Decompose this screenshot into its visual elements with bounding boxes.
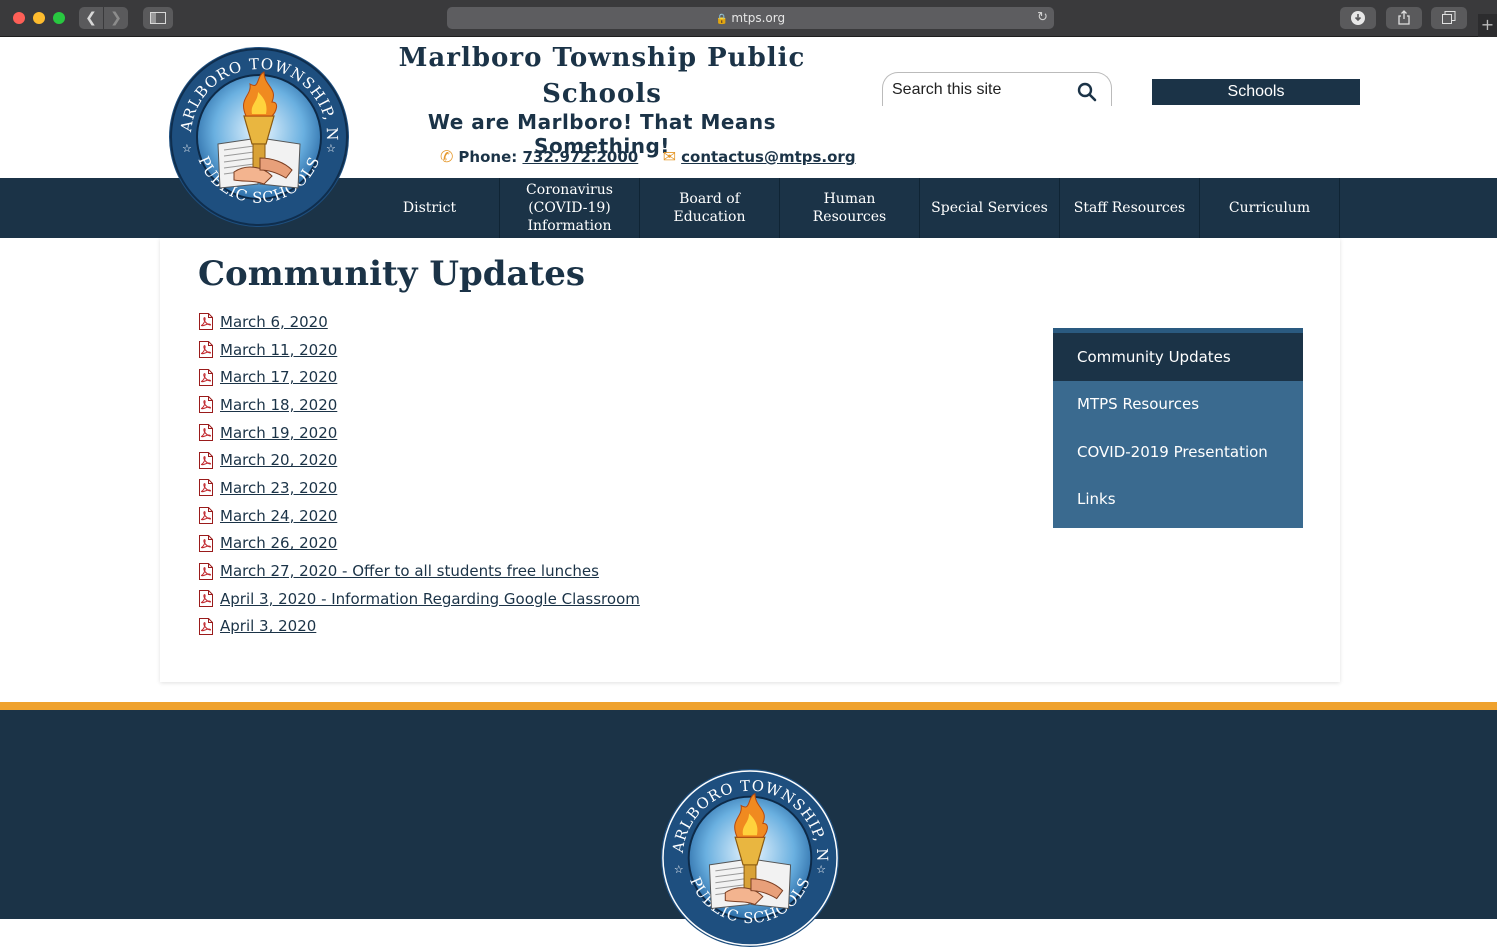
document-link[interactable]: March 20, 2020 bbox=[220, 451, 337, 469]
document-link[interactable]: March 17, 2020 bbox=[220, 368, 337, 386]
pdf-file-icon bbox=[198, 562, 214, 580]
pdf-file-icon bbox=[198, 368, 214, 386]
page-title: Community Updates bbox=[198, 254, 586, 294]
nav-item-board-of-education[interactable]: Board of Education bbox=[640, 178, 780, 238]
svg-text:☆: ☆ bbox=[326, 142, 336, 155]
nav-item-district[interactable]: District bbox=[360, 178, 500, 238]
list-item: March 6, 2020 bbox=[198, 308, 640, 336]
document-link[interactable]: March 18, 2020 bbox=[220, 396, 337, 414]
pdf-file-icon bbox=[198, 617, 214, 635]
document-link[interactable]: March 26, 2020 bbox=[220, 534, 337, 552]
document-link[interactable]: March 6, 2020 bbox=[220, 313, 328, 331]
pdf-file-icon bbox=[198, 424, 214, 442]
nav-item-human-resources[interactable]: Human Resources bbox=[780, 178, 920, 238]
svg-text:☆: ☆ bbox=[674, 863, 684, 876]
list-item: March 17, 2020 bbox=[198, 363, 640, 391]
downloads-button[interactable] bbox=[1340, 7, 1376, 29]
document-link[interactable]: March 24, 2020 bbox=[220, 507, 337, 525]
svg-text:☆: ☆ bbox=[816, 863, 826, 876]
document-link[interactable]: March 23, 2020 bbox=[220, 479, 337, 497]
contact-info: ✆ Phone: 732.972.2000 ✉ contactus@mtps.org bbox=[440, 147, 856, 171]
email-link[interactable]: contactus@mtps.org bbox=[681, 148, 855, 166]
lock-icon: 🔒 bbox=[715, 14, 729, 25]
chevron-right-icon: ❯ bbox=[110, 10, 122, 26]
search-icon[interactable] bbox=[1077, 82, 1097, 102]
download-icon bbox=[1351, 11, 1365, 25]
chevron-left-icon: ❮ bbox=[85, 10, 97, 26]
forward-button[interactable]: ❯ bbox=[104, 7, 128, 29]
document-link[interactable]: March 19, 2020 bbox=[220, 424, 337, 442]
document-link[interactable]: March 27, 2020 - Offer to all students f… bbox=[220, 562, 599, 580]
list-item: March 24, 2020 bbox=[198, 502, 640, 530]
share-button[interactable] bbox=[1386, 7, 1422, 29]
community-updates-list: March 6, 2020 March 11, 2020 March 17, 2… bbox=[198, 308, 640, 640]
svg-text:☆: ☆ bbox=[182, 142, 192, 155]
pdf-file-icon bbox=[198, 479, 214, 497]
reload-icon[interactable]: ↻ bbox=[1037, 7, 1048, 29]
document-link[interactable]: April 3, 2020 - Information Regarding Go… bbox=[220, 590, 640, 608]
phone-label: Phone: bbox=[458, 148, 518, 166]
side-menu-item-community-updates[interactable]: Community Updates bbox=[1053, 333, 1303, 381]
document-link[interactable]: March 11, 2020 bbox=[220, 341, 337, 359]
site-search bbox=[882, 72, 1112, 106]
side-menu-item-covid-presentation[interactable]: COVID-2019 Presentation bbox=[1053, 428, 1303, 476]
phone-link[interactable]: 732.972.2000 bbox=[522, 148, 638, 166]
address-bar[interactable]: 🔒 mtps.org ↻ bbox=[447, 7, 1054, 29]
torch-seal-icon: MARLBORO TOWNSHIP, NJ PUBLIC SCHOOLS ☆ ☆ bbox=[652, 755, 840, 948]
minimize-window-button[interactable] bbox=[33, 12, 45, 24]
schools-dropdown-button[interactable]: Schools bbox=[1152, 79, 1360, 105]
list-item: March 26, 2020 bbox=[198, 530, 640, 558]
phone-icon: ✆ bbox=[440, 147, 454, 166]
pdf-file-icon bbox=[198, 590, 214, 608]
footer-accent-stripe bbox=[0, 702, 1497, 710]
fullscreen-window-button[interactable] bbox=[53, 12, 65, 24]
list-item: March 23, 2020 bbox=[198, 474, 640, 502]
pdf-file-icon bbox=[198, 396, 214, 414]
list-item: March 19, 2020 bbox=[198, 419, 640, 447]
district-logo[interactable]: MARLBORO TOWNSHIP, NJ PUBLIC SCHOOLS ☆ ☆ bbox=[160, 32, 350, 228]
pdf-file-icon bbox=[198, 507, 214, 525]
list-item: March 27, 2020 - Offer to all students f… bbox=[198, 557, 640, 585]
nav-item-special-services[interactable]: Special Services bbox=[920, 178, 1060, 238]
section-side-menu: Community Updates MTPS Resources COVID-2… bbox=[1053, 328, 1303, 528]
close-window-button[interactable] bbox=[13, 12, 25, 24]
url-text: mtps.org bbox=[731, 11, 786, 25]
list-item: March 20, 2020 bbox=[198, 446, 640, 474]
tabs-icon bbox=[1442, 11, 1456, 24]
share-icon bbox=[1398, 10, 1410, 25]
pdf-file-icon bbox=[198, 341, 214, 359]
back-button[interactable]: ❮ bbox=[79, 7, 103, 29]
nav-item-coronavirus[interactable]: Coronavirus (COVID-19) Information bbox=[500, 178, 640, 238]
browser-toolbar: ❮ ❯ 🔒 mtps.org ↻ + bbox=[0, 0, 1497, 37]
document-link[interactable]: April 3, 2020 bbox=[220, 617, 316, 635]
tab-overview-button[interactable] bbox=[1431, 7, 1467, 29]
pdf-file-icon bbox=[198, 534, 214, 552]
sidebar-icon bbox=[150, 12, 166, 24]
envelope-icon: ✉ bbox=[662, 147, 677, 166]
nav-item-staff-resources[interactable]: Staff Resources bbox=[1060, 178, 1200, 238]
sidebar-toggle-button[interactable] bbox=[143, 7, 173, 29]
side-menu-item-links[interactable]: Links bbox=[1053, 476, 1303, 524]
list-item: March 18, 2020 bbox=[198, 391, 640, 419]
side-menu-item-mtps-resources[interactable]: MTPS Resources bbox=[1053, 381, 1303, 429]
pdf-file-icon bbox=[198, 451, 214, 469]
torch-seal-icon: MARLBORO TOWNSHIP, NJ PUBLIC SCHOOLS ☆ ☆ bbox=[160, 32, 349, 227]
footer-logo[interactable]: MARLBORO TOWNSHIP, NJ PUBLIC SCHOOLS ☆ ☆ bbox=[652, 755, 840, 948]
pdf-file-icon bbox=[198, 313, 214, 331]
new-tab-button[interactable]: + bbox=[1478, 14, 1497, 37]
search-input[interactable] bbox=[892, 81, 1072, 99]
list-item: April 3, 2020 bbox=[198, 613, 640, 641]
list-item: March 11, 2020 bbox=[198, 336, 640, 364]
nav-item-curriculum[interactable]: Curriculum bbox=[1200, 178, 1340, 238]
site-title[interactable]: Marlboro Township Public Schools bbox=[380, 40, 824, 112]
list-item: April 3, 2020 - Information Regarding Go… bbox=[198, 585, 640, 613]
